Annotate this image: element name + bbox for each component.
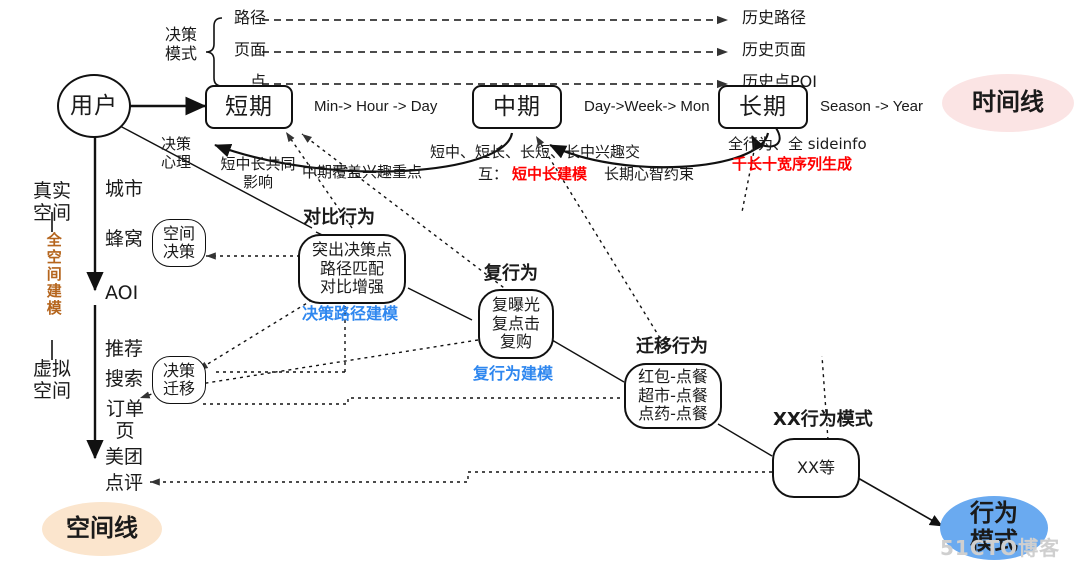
badge-timeline: 时间线 — [942, 74, 1074, 132]
spatial-item-cell: 蜂窝 — [105, 228, 144, 250]
spatial-item-meituan: 美团 — [105, 446, 144, 468]
axis-virtual-space: 虚拟 空间 — [32, 358, 71, 403]
edge-elbow-migration-left — [200, 397, 620, 405]
title-repeat-behavior: 复行为 — [484, 263, 538, 284]
badge-behavior-pattern: 行为 模式 — [940, 496, 1048, 560]
node-decision-migration[interactable]: 决策 迁移 — [152, 356, 206, 404]
annotation-thousand-long-red: 千长十宽序列生成 — [732, 155, 853, 173]
edge-diagonal-to-behavior — [857, 477, 943, 527]
mode-row-0-left: 路径 — [233, 8, 266, 27]
edge-diagonal-c — [407, 287, 473, 321]
title-contrast-behavior: 对比行为 — [303, 207, 375, 228]
spatial-item-search: 搜索 — [105, 368, 144, 390]
node-long-term[interactable]: 长期 — [718, 85, 808, 129]
node-contrast-behavior[interactable]: 突出决策点 路径匹配 对比增强 — [298, 234, 406, 304]
annotation-mutual-red: 短中长建模 — [512, 165, 588, 183]
annotation-cross-interest: 短中、短长、长短、长中兴趣交 — [430, 143, 641, 161]
edge-diagonal-d — [551, 339, 625, 383]
title-migration-behavior: 迁移行为 — [636, 336, 708, 357]
caption-contrast-behavior: 决策路径建模 — [302, 304, 399, 323]
spatial-item-aoi: AOI — [105, 282, 139, 304]
node-repeat-behavior[interactable]: 复曝光 复点击 复购 — [478, 289, 554, 359]
annotation-mutual-prefix: 互： — [478, 165, 509, 183]
decision-mode-group-label: 决策 模式 — [164, 25, 197, 63]
spatial-item-recommend: 推荐 — [105, 338, 144, 360]
node-short-term[interactable]: 短期 — [205, 85, 293, 129]
annotation-all-behavior-sideinfo: 全行为、全 sideinfo — [728, 135, 867, 153]
annotation-decision-psychology: 决策 心理 — [160, 135, 191, 171]
axis-real-space: 真实 空间 — [32, 180, 71, 225]
node-mid-term[interactable]: 中期 — [472, 85, 562, 129]
spatial-item-order-page: 订单 页 — [105, 398, 144, 443]
diagram-canvas: 决策 模式 路径 页面 点 历史路径 历史页面 历史点POI 用户 短期 中期 … — [0, 0, 1080, 567]
node-xx-pattern[interactable]: XX等 — [772, 438, 860, 498]
node-user[interactable]: 用户 — [57, 74, 131, 138]
annotation-long-mind-constraint: 长期心智约束 — [604, 165, 695, 183]
caption-repeat-behavior: 复行为建模 — [473, 364, 554, 383]
node-migration-behavior[interactable]: 红包-点餐 超市-点餐 点药-点餐 — [624, 363, 722, 429]
annotation-mid-covers-interest: 中期覆盖兴趣重点 — [302, 163, 423, 181]
edge-contrast-migration — [197, 299, 313, 371]
mode-row-1-right: 历史页面 — [742, 40, 807, 59]
edge-diagonal-e — [717, 423, 773, 457]
title-xx-pattern: XX行为模式 — [773, 409, 873, 430]
axis-full-space-model: 全空间建模 — [44, 232, 63, 317]
spatial-item-city: 城市 — [105, 178, 144, 200]
label-mid-to-long: Day->Week-> Mon — [584, 98, 710, 115]
annotation-short-mid-long-common: 短中长共同 影响 — [220, 155, 296, 191]
mode-row-1-left: 页面 — [233, 40, 266, 59]
node-space-decision[interactable]: 空间 决策 — [152, 219, 206, 267]
spatial-item-dianping: 点评 — [105, 472, 144, 494]
mode-row-0-right: 历史路径 — [742, 8, 807, 27]
label-long-out: Season -> Year — [820, 98, 924, 115]
badge-spaceline: 空间线 — [42, 502, 162, 556]
edge-repeat-migration — [199, 339, 479, 385]
label-short-to-mid: Min-> Hour -> Day — [314, 98, 438, 115]
edge-xx-to-dianping — [150, 471, 772, 486]
